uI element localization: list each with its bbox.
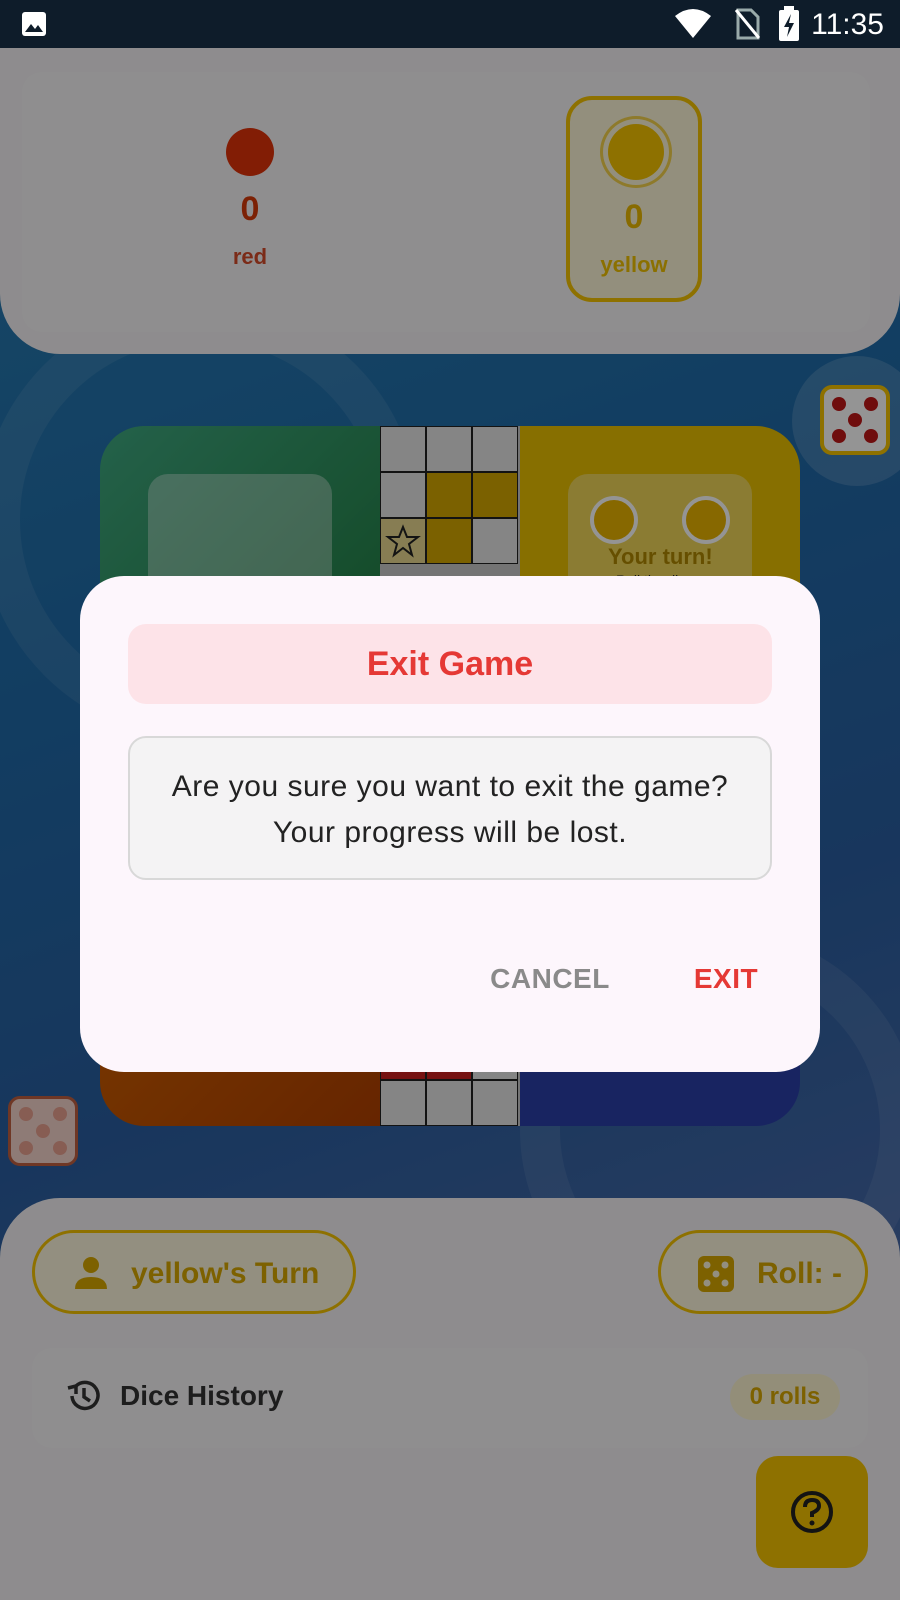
dialog-message-line: Your progress will be lost.: [272, 816, 628, 849]
dialog-message: Are you sure you want to exit the game? …: [130, 764, 770, 856]
no-sim-icon: [734, 8, 760, 40]
battery-charging-icon: [779, 6, 799, 41]
dialog-message-box: Are you sure you want to exit the game? …: [128, 736, 772, 880]
cancel-button[interactable]: CANCEL: [482, 954, 618, 1004]
dialog-title-bar: Exit Game: [128, 624, 772, 704]
dialog-message-line: Are you sure you want to exit the game?: [171, 770, 729, 803]
dialog-title: Exit Game: [366, 645, 534, 683]
exit-game-dialog: Exit Game Are you sure you want to exit …: [80, 576, 820, 1072]
image-icon: [22, 12, 46, 36]
status-time: 11:35: [811, 8, 884, 41]
exit-button[interactable]: EXIT: [666, 954, 786, 1004]
status-bar: 11:35: [0, 0, 900, 48]
wifi-icon: [675, 9, 711, 38]
